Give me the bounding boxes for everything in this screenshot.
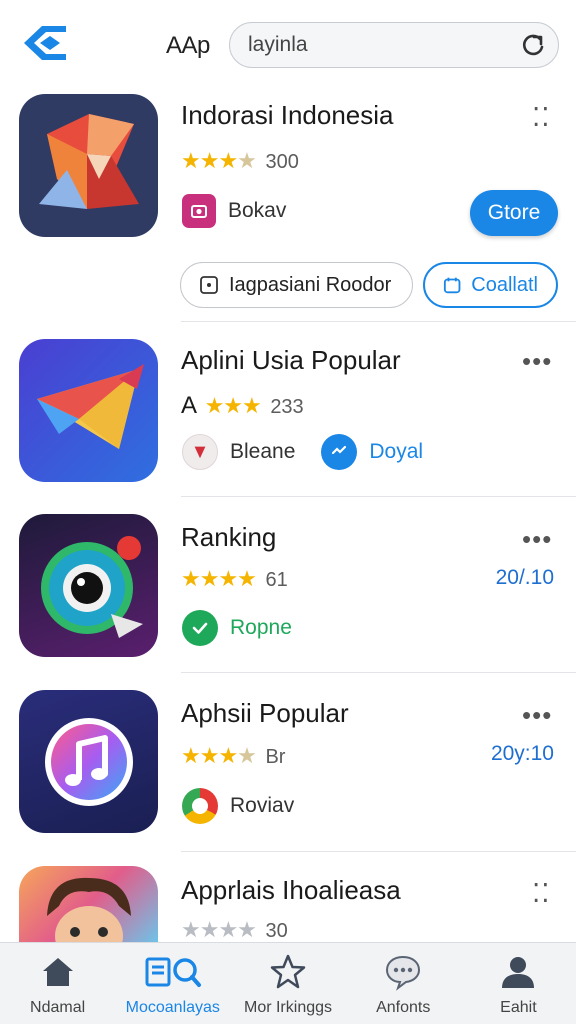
app-icon[interactable] bbox=[19, 514, 158, 657]
rating-count: 61 bbox=[265, 569, 288, 591]
app-title[interactable]: Indorasi Indonesia bbox=[181, 100, 393, 131]
store-button[interactable]: Gtore bbox=[470, 190, 558, 236]
rating-count: Br bbox=[265, 746, 286, 768]
rating-stars: ★★★★ bbox=[181, 566, 257, 591]
nav-label: Anfonts bbox=[376, 999, 431, 1016]
rating-prefix: A bbox=[181, 392, 198, 419]
developer-name: Bleane bbox=[230, 440, 296, 463]
developer-name: Roviav bbox=[230, 794, 295, 817]
divider bbox=[181, 496, 576, 497]
rating: ★★★★ 300 bbox=[181, 148, 299, 174]
star-icon bbox=[270, 954, 306, 989]
developer-badge-icon bbox=[182, 194, 216, 228]
apps-search-icon bbox=[145, 957, 201, 987]
rating: ★★★★ 61 bbox=[181, 566, 288, 592]
chat-badge-icon bbox=[321, 434, 358, 470]
nav-item-apps[interactable]: Mocoanlayas bbox=[115, 943, 230, 1024]
release-date: 20/.10 bbox=[495, 566, 554, 589]
rating: ★★★★ Br bbox=[181, 743, 285, 769]
more-options-icon[interactable]: ••• bbox=[522, 348, 552, 374]
rating-stars: ★★★★ bbox=[181, 743, 257, 768]
calendar-icon bbox=[443, 277, 461, 294]
app-icon[interactable] bbox=[19, 690, 158, 833]
chat-icon bbox=[386, 955, 421, 991]
divider bbox=[181, 672, 576, 673]
developer-info: Roviav bbox=[182, 788, 294, 824]
app-icon[interactable] bbox=[19, 94, 158, 237]
nav-label: Eahit bbox=[500, 999, 537, 1016]
divider bbox=[181, 851, 576, 852]
search-input[interactable] bbox=[248, 31, 518, 59]
release-date: 20y:10 bbox=[490, 742, 554, 765]
secondary-button-label: Iagpasiani Roodor bbox=[229, 273, 392, 296]
app-icon[interactable] bbox=[19, 866, 158, 942]
refresh-icon[interactable] bbox=[520, 32, 546, 58]
nav-item-home[interactable]: Ndamal bbox=[0, 943, 115, 1024]
calendar-button-label: Coallatl bbox=[471, 273, 538, 296]
app-icon[interactable] bbox=[19, 339, 158, 482]
more-options-icon[interactable]: ••• bbox=[522, 526, 552, 552]
rating-stars: ★★★★ bbox=[181, 148, 257, 173]
square-dot-icon bbox=[200, 276, 218, 294]
rating-stars: ★★★★ bbox=[181, 917, 257, 942]
more-options-icon[interactable]: ⁚⁚ bbox=[532, 104, 551, 130]
person-icon bbox=[502, 957, 535, 988]
nav-item-rankings[interactable]: Mor Irkinggs bbox=[230, 943, 345, 1024]
calendar-button[interactable]: Coallatl bbox=[423, 262, 558, 308]
developer-info: Bleane Doyal bbox=[182, 434, 423, 470]
developer-name: Bokav bbox=[228, 199, 287, 222]
home-icon bbox=[42, 958, 73, 986]
rating-stars: ★★★ bbox=[204, 393, 262, 418]
rating: A ★★★ 233 bbox=[181, 392, 304, 420]
app-title[interactable]: Aphsii Popular bbox=[181, 698, 349, 729]
app-title[interactable]: Apprlais Ihoalieasa bbox=[181, 875, 401, 906]
app-title[interactable]: Ranking bbox=[181, 522, 276, 553]
developer-badge-icon bbox=[182, 788, 218, 824]
developer-info: Bokav bbox=[182, 194, 286, 228]
search-bar[interactable] bbox=[229, 22, 559, 68]
header: AAp bbox=[0, 0, 576, 88]
more-options-icon[interactable]: ••• bbox=[522, 702, 552, 728]
more-options-icon[interactable]: ⁚⁚ bbox=[532, 880, 551, 906]
developer-name: Ropne bbox=[230, 616, 292, 639]
secondary-button[interactable]: Iagpasiani Roodor bbox=[180, 262, 413, 308]
app-title[interactable]: Aplini Usia Popular bbox=[181, 345, 401, 376]
rating-count: 30 bbox=[265, 920, 288, 942]
rating-count: 233 bbox=[270, 396, 304, 418]
nav-label: Mor Irkinggs bbox=[243, 999, 333, 1016]
divider bbox=[181, 321, 576, 322]
store-logo-icon[interactable] bbox=[20, 22, 70, 64]
nav-item-chat[interactable]: Anfonts bbox=[346, 943, 461, 1024]
developer-badge-icon bbox=[182, 434, 218, 470]
bottom-navigation: Ndamal Mocoanlayas Mor Irkinggs Anfonts … bbox=[0, 942, 576, 1024]
checkmark-icon bbox=[182, 610, 218, 646]
nav-label: Mocoanlayas bbox=[125, 999, 220, 1016]
nav-label: Ndamal bbox=[30, 999, 86, 1016]
nav-item-profile[interactable]: Eahit bbox=[461, 943, 576, 1024]
rating: ★★★★ 30 bbox=[181, 917, 288, 943]
app-title: AAp bbox=[166, 32, 210, 59]
rating-count: 300 bbox=[265, 151, 299, 173]
developer-name-secondary: Doyal bbox=[369, 440, 424, 463]
developer-info: Ropne bbox=[182, 610, 292, 646]
